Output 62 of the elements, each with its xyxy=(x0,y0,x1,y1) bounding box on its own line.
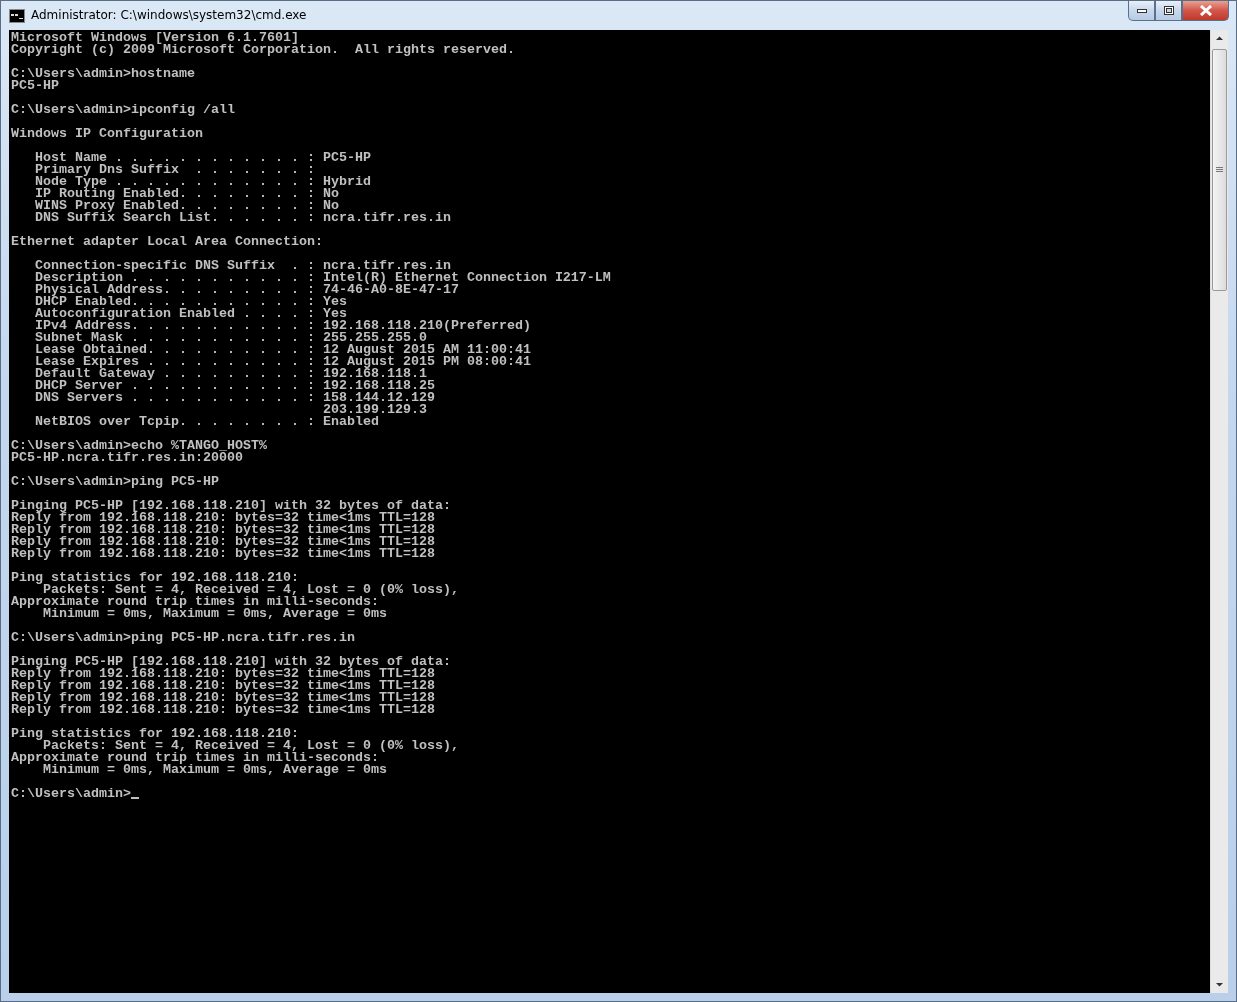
console-line: PC5-HP.ncra.tifr.res.in:20000 xyxy=(11,452,243,464)
text-cursor xyxy=(131,797,139,799)
console-line: Minimum = 0ms, Maximum = 0ms, Average = 0ms xyxy=(43,608,388,620)
console-line: Autoconfiguration Enabled . . . . : Yes xyxy=(34,308,347,320)
console-line: Pinging PC5-HP [192.168.118.210] with 32 bytes of data: xyxy=(11,656,452,668)
console-line: Connection-specific DNS Suffix . : ncra.tifr.res.in xyxy=(34,260,451,272)
close-button[interactable] xyxy=(1182,1,1229,21)
console-line: Copyright (c) 2009 Microsoft Corporation. All rights reserved. xyxy=(11,44,516,56)
close-icon xyxy=(1198,5,1213,16)
window-title: Administrator: C:\windows\system32\cmd.exe xyxy=(31,8,307,22)
console-line: WINS Proxy Enabled. . . . . . . . : No xyxy=(34,200,339,212)
maximize-icon xyxy=(1163,6,1174,15)
maximize-button[interactable] xyxy=(1155,1,1182,21)
minimize-icon xyxy=(1136,8,1147,13)
console-line: C:\Users\admin>echo %TANGO_HOST% xyxy=(11,440,268,452)
scrollbar-thumb[interactable] xyxy=(1212,49,1227,291)
console-line: Reply from 192.168.118.210: bytes=32 time<1ms TTL=128 xyxy=(11,536,436,548)
console-line: Reply from 192.168.118.210: bytes=32 time<1ms TTL=128 xyxy=(11,680,436,692)
console-line: Reply from 192.168.118.210: bytes=32 time<1ms TTL=128 xyxy=(11,548,436,560)
console-line: Reply from 192.168.118.210: bytes=32 time<1ms TTL=128 xyxy=(11,524,436,536)
console-line: C:\Users\admin>ping PC5-HP xyxy=(11,476,220,488)
console-line: C:\Users\admin>ping PC5-HP.ncra.tifr.res.in xyxy=(11,632,356,644)
console-line: Node Type . . . . . . . . . . . . : Hybrid xyxy=(34,176,372,188)
console-line: C:\Users\admin>ipconfig /all xyxy=(11,104,236,116)
console-line: Lease Expires . . . . . . . . . . : 12 August 2015 PM 08:00:41 xyxy=(34,356,532,368)
console-line: Ping statistics for 192.168.118.210: xyxy=(11,572,300,584)
console-line: IPv4 Address. . . . . . . . . . . : 192.168.118.210(Preferred) xyxy=(34,320,532,332)
console-line: Default Gateway . . . . . . . . . : 192.168.118.1 xyxy=(34,368,427,380)
console-line: DHCP Enabled. . . . . . . . . . . : Yes xyxy=(34,296,348,308)
console-line: Reply from 192.168.118.210: bytes=32 time<1ms TTL=128 xyxy=(11,512,436,524)
console-line: Subnet Mask . . . . . . . . . . . : 255.255.255.0 xyxy=(34,332,427,344)
console-line: Reply from 192.168.118.210: bytes=32 time<1ms TTL=128 xyxy=(11,692,436,704)
console-line: Ethernet adapter Local Area Connection: xyxy=(11,236,324,248)
console-line: Approximate round trip times in milli-seconds: xyxy=(11,596,379,608)
console-line: Packets: Sent = 4, Received = 4, Lost = 0 (0% loss), xyxy=(43,584,460,596)
console-line: Pinging PC5-HP [192.168.118.210] with 32 bytes of data: xyxy=(11,500,452,512)
console-line: Reply from 192.168.118.210: bytes=32 time<1ms TTL=128 xyxy=(11,668,436,680)
console-line: 203.199.129.3 xyxy=(321,404,428,416)
console-line: Windows IP Configuration xyxy=(11,128,204,140)
grip-icon xyxy=(1216,167,1223,173)
command-prompt: C:\Users\admin> xyxy=(11,788,131,800)
console-line: Ping statistics for 192.168.118.210: xyxy=(11,728,300,740)
console-line: Packets: Sent = 4, Received = 4, Lost = 0 (0% loss), xyxy=(43,740,460,752)
console-line: Primary Dns Suffix . . . . . . . : xyxy=(34,164,316,176)
console-line: Minimum = 0ms, Maximum = 0ms, Average = 0ms xyxy=(43,764,388,776)
console-line: IP Routing Enabled. . . . . . . . : No xyxy=(34,188,339,200)
console-line: Host Name . . . . . . . . . . . . : PC5-HP xyxy=(34,152,372,164)
console-line: DNS Servers . . . . . . . . . . . : 158.144.12.129 xyxy=(34,392,436,404)
console-line: Reply from 192.168.118.210: bytes=32 time<1ms TTL=128 xyxy=(11,704,436,716)
console-line: C:\Users\admin>hostname xyxy=(11,68,196,80)
console-line: Approximate round trip times in milli-seconds: xyxy=(11,752,379,764)
vertical-scrollbar[interactable] xyxy=(1210,30,1228,993)
console-line: DHCP Server . . . . . . . . . . . : 192.168.118.25 xyxy=(34,380,436,392)
console-line: Microsoft Windows [Version 6.1.7601] xyxy=(11,32,299,44)
minimize-button[interactable] xyxy=(1128,1,1155,21)
console-line: Physical Address. . . . . . . . . : 74-46-A0-8E-47-17 xyxy=(34,284,460,296)
console-line: PC5-HP xyxy=(11,80,60,92)
console-line: DNS Suffix Search List. . . . . . : ncra.tifr.res.in xyxy=(34,212,452,224)
console-line: Description . . . . . . . . . . . : Intel(R) Ethernet Connection I217-LM xyxy=(34,272,612,284)
console-line: NetBIOS over Tcpip. . . . . . . . : Enabled xyxy=(34,416,380,428)
console-line: Lease Obtained. . . . . . . . . . : 12 August 2015 AM 11:00:41 xyxy=(34,344,532,356)
console-icon xyxy=(9,9,25,23)
